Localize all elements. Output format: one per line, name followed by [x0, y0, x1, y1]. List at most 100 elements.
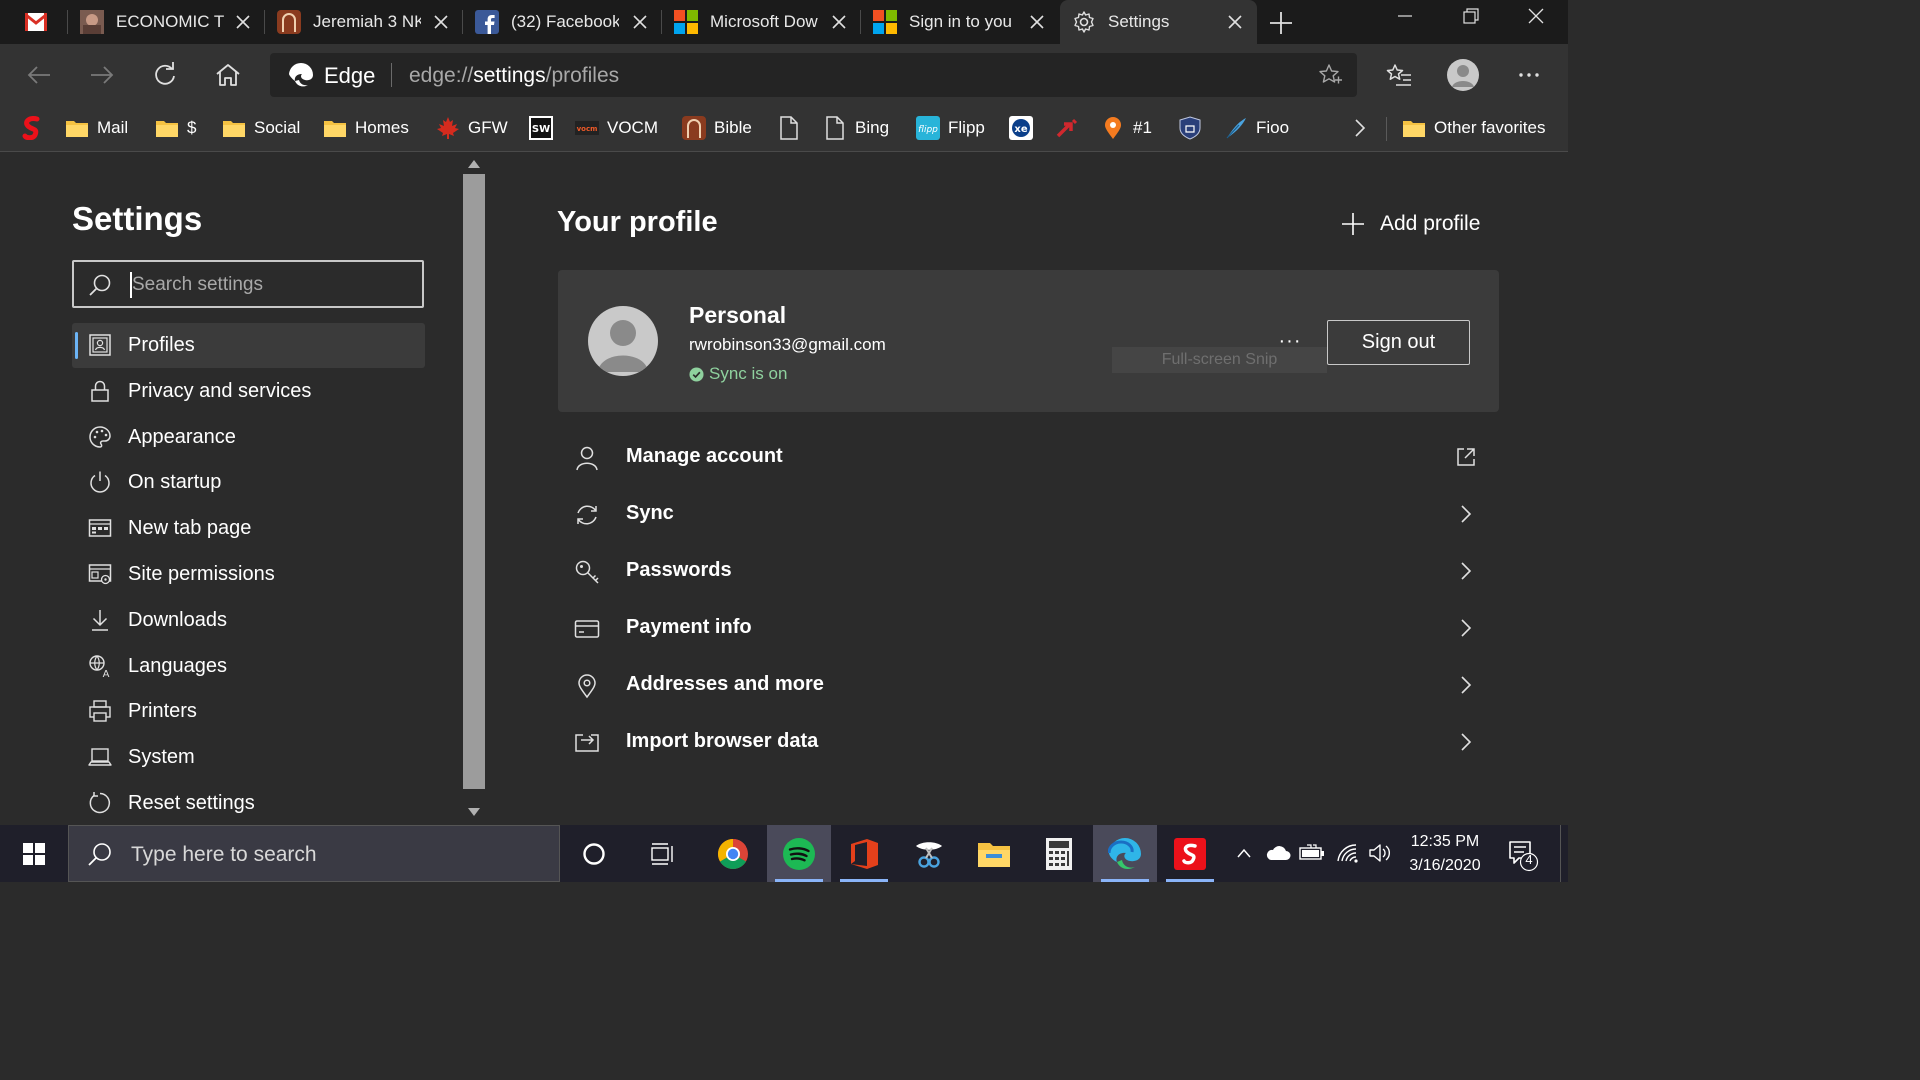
favorite-page[interactable]	[777, 114, 801, 142]
row-sync[interactable]: Sync	[558, 486, 1499, 543]
tray-overflow-button[interactable]	[1230, 839, 1258, 867]
taskbar-snip[interactable]	[897, 825, 961, 882]
volume-button[interactable]	[1366, 839, 1394, 867]
taskbar-clock[interactable]: 12:35 PM 3/16/2020	[1395, 830, 1495, 878]
new-tab-button[interactable]	[1268, 10, 1294, 36]
profile-more-button[interactable]: ···	[1275, 326, 1305, 356]
taskbar-edge[interactable]	[1093, 825, 1157, 882]
spotify-icon	[783, 837, 815, 870]
tab-microsoft-download[interactable]: Microsoft Dow	[662, 0, 861, 44]
favorite-fioo[interactable]: Fioo	[1224, 114, 1289, 142]
taskbar-office[interactable]	[832, 825, 896, 882]
favorite-bible[interactable]: Bible	[682, 114, 752, 142]
profile-button[interactable]	[1446, 58, 1480, 92]
taskbar-calculator[interactable]	[1027, 825, 1091, 882]
scroll-thumb[interactable]	[463, 174, 485, 789]
sidebar-item-privacy[interactable]: Privacy and services	[72, 369, 425, 414]
favorite-number-one[interactable]: #1	[1101, 114, 1152, 142]
scroll-up-icon[interactable]	[468, 158, 480, 168]
import-icon	[575, 734, 599, 752]
favorite-other-favorites[interactable]: Other favorites	[1402, 114, 1546, 142]
add-profile-button[interactable]: Add profile	[1340, 208, 1480, 240]
taskbar-scotiabank[interactable]	[1158, 825, 1222, 882]
close-icon[interactable]	[431, 12, 451, 32]
favorite-vocm[interactable]: vocm VOCM	[575, 114, 658, 142]
windows-taskbar: Type here to search 12:35 PM 3/16/2020 4	[0, 825, 1568, 882]
row-addresses[interactable]: Addresses and more	[558, 657, 1499, 714]
row-import-browser-data[interactable]: Import browser data	[558, 714, 1499, 771]
wifi-button[interactable]	[1334, 839, 1362, 867]
row-manage-account[interactable]: Manage account	[558, 429, 1499, 486]
person-silhouette-icon	[598, 320, 648, 372]
taskbar-chrome[interactable]	[701, 825, 765, 882]
sidebar-item-appearance[interactable]: Appearance	[72, 415, 425, 460]
profile-email: rwrobinson33@gmail.com	[689, 335, 886, 354]
notification-count: 4	[1525, 852, 1533, 867]
favorite-social[interactable]: Social	[222, 114, 300, 142]
cortana-button[interactable]	[562, 825, 626, 882]
sidebar-item-startup[interactable]: On startup	[72, 460, 425, 505]
favorites-overflow-button[interactable]	[1350, 117, 1370, 139]
sidebar-item-label: Privacy and services	[128, 380, 312, 402]
refresh-button[interactable]	[148, 58, 182, 92]
tab-settings[interactable]: Settings	[1060, 0, 1257, 44]
favorite-money[interactable]: $	[155, 114, 196, 142]
show-desktop-button[interactable]	[1560, 825, 1569, 882]
taskbar-spotify[interactable]	[767, 825, 831, 882]
back-button[interactable]	[22, 58, 56, 92]
forward-button[interactable]	[85, 58, 119, 92]
battery-button[interactable]	[1298, 839, 1326, 867]
action-center-button[interactable]: 4	[1500, 835, 1540, 873]
sidebar-scrollbar[interactable]	[462, 152, 486, 825]
sidebar-item-reset[interactable]: Reset settings	[72, 781, 425, 826]
search-settings-box[interactable]	[72, 260, 424, 308]
favorite-red-arrow[interactable]	[1055, 114, 1079, 142]
taskbar-search-box[interactable]: Type here to search	[68, 825, 560, 882]
favorite-mail[interactable]: Mail	[65, 114, 128, 142]
sign-out-button[interactable]: Sign out	[1327, 320, 1470, 365]
search-settings-input[interactable]	[130, 270, 404, 300]
restore-button[interactable]	[1438, 0, 1504, 32]
favorite-scotiabank[interactable]	[20, 114, 44, 142]
sidebar-item-system[interactable]: System	[72, 735, 425, 780]
edge-icon	[289, 62, 313, 87]
favorite-shield[interactable]	[1178, 114, 1202, 142]
favorite-bing[interactable]: Bing	[823, 114, 889, 142]
close-icon[interactable]	[1027, 12, 1047, 32]
home-button[interactable]	[211, 58, 245, 92]
task-view-button[interactable]	[631, 825, 695, 882]
sidebar-item-label: Appearance	[128, 426, 236, 448]
tab-jeremiah[interactable]: Jeremiah 3 NK	[265, 0, 463, 44]
favorite-xe[interactable]: xe	[1009, 114, 1033, 142]
tab-gmail[interactable]	[0, 0, 68, 44]
tab-sign-in[interactable]: Sign in to you	[861, 0, 1059, 44]
favorite-flipp[interactable]: flipp Flipp	[916, 114, 985, 142]
sidebar-item-languages[interactable]: A Languages	[72, 644, 425, 689]
favorite-homes[interactable]: Homes	[323, 114, 409, 142]
row-passwords[interactable]: Passwords	[558, 543, 1499, 600]
row-payment-info[interactable]: Payment info	[558, 600, 1499, 657]
favorites-button[interactable]	[1382, 58, 1416, 92]
close-icon[interactable]	[630, 12, 650, 32]
sidebar-item-printers[interactable]: Printers	[72, 689, 425, 734]
taskbar-file-explorer[interactable]	[962, 825, 1026, 882]
favorite-gfw[interactable]: GFW	[436, 114, 508, 142]
menu-button[interactable]	[1512, 58, 1546, 92]
close-icon[interactable]	[829, 12, 849, 32]
start-button[interactable]	[0, 825, 68, 882]
close-icon[interactable]	[1225, 12, 1245, 32]
tab-facebook[interactable]: (32) Facebook	[463, 0, 662, 44]
tab-economic[interactable]: ECONOMIC T	[68, 0, 265, 44]
sidebar-item-downloads[interactable]: Downloads	[72, 598, 425, 643]
scroll-down-icon[interactable]	[468, 808, 480, 818]
sidebar-item-new-tab-page[interactable]: New tab page	[72, 506, 425, 551]
sidebar-item-site-permissions[interactable]: Site permissions	[72, 552, 425, 597]
sidebar-item-profiles[interactable]: Profiles	[72, 323, 425, 368]
close-icon[interactable]	[233, 12, 253, 32]
favorite-sw[interactable]: SW	[529, 114, 553, 142]
address-bar[interactable]: Edge edge://settings/profiles	[270, 53, 1357, 97]
favorite-star-button[interactable]	[1318, 63, 1342, 87]
minimize-button[interactable]	[1372, 0, 1438, 32]
onedrive-button[interactable]	[1264, 839, 1292, 867]
close-window-button[interactable]	[1503, 0, 1569, 32]
